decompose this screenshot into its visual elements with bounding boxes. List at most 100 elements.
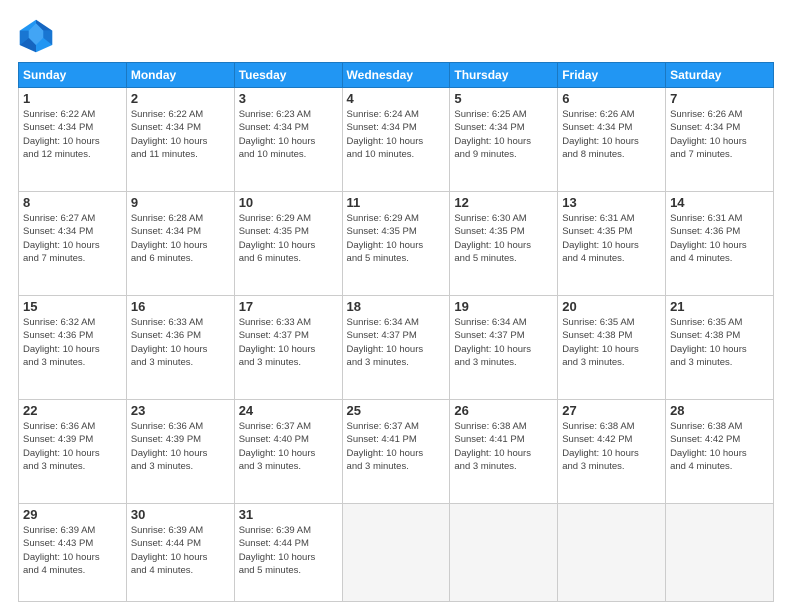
day-info: Sunrise: 6:39 AM Sunset: 4:44 PM Dayligh… xyxy=(239,524,338,577)
day-number: 1 xyxy=(23,91,122,106)
column-header-sunday: Sunday xyxy=(19,63,127,88)
day-info: Sunrise: 6:36 AM Sunset: 4:39 PM Dayligh… xyxy=(131,420,230,473)
day-cell: 5 Sunrise: 6:25 AM Sunset: 4:34 PM Daylig… xyxy=(450,88,558,192)
day-cell: 11 Sunrise: 6:29 AM Sunset: 4:35 PM Dayli… xyxy=(342,192,450,296)
day-cell: 19Sunrise: 6:34 AM Sunset: 4:37 PM Dayli… xyxy=(450,296,558,400)
day-cell: 2 Sunrise: 6:22 AM Sunset: 4:34 PM Daylig… xyxy=(126,88,234,192)
day-cell: 6 Sunrise: 6:26 AM Sunset: 4:34 PM Daylig… xyxy=(558,88,666,192)
day-number: 15 xyxy=(23,299,122,314)
day-info: Sunrise: 6:34 AM Sunset: 4:37 PM Dayligh… xyxy=(454,316,553,369)
week-row-4: 22 Sunrise: 6:36 AM Sunset: 4:39 PM Dayli… xyxy=(19,400,774,504)
header xyxy=(18,18,774,54)
day-number: 24 xyxy=(239,403,338,418)
day-cell: 1 Sunrise: 6:22 AM Sunset: 4:34 PM Daylig… xyxy=(19,88,127,192)
day-info: Sunrise: 6:38 AM Sunset: 4:41 PM Dayligh… xyxy=(454,420,553,473)
day-info: Sunrise: 6:38 AM Sunset: 4:42 PM Dayligh… xyxy=(670,420,769,473)
day-cell: 29Sunrise: 6:39 AM Sunset: 4:43 PM Dayli… xyxy=(19,504,127,602)
day-info: Sunrise: 6:25 AM Sunset: 4:34 PM Dayligh… xyxy=(454,108,553,161)
day-cell: 15 Sunrise: 6:32 AM Sunset: 4:36 PM Dayli… xyxy=(19,296,127,400)
day-info: Sunrise: 6:33 AM Sunset: 4:36 PM Dayligh… xyxy=(131,316,230,369)
day-number: 30 xyxy=(131,507,230,522)
column-header-thursday: Thursday xyxy=(450,63,558,88)
day-info: Sunrise: 6:39 AM Sunset: 4:44 PM Dayligh… xyxy=(131,524,230,577)
day-info: Sunrise: 6:32 AM Sunset: 4:36 PM Dayligh… xyxy=(23,316,122,369)
day-info: Sunrise: 6:30 AM Sunset: 4:35 PM Dayligh… xyxy=(454,212,553,265)
day-number: 7 xyxy=(670,91,769,106)
column-header-friday: Friday xyxy=(558,63,666,88)
day-number: 6 xyxy=(562,91,661,106)
day-cell: 22 Sunrise: 6:36 AM Sunset: 4:39 PM Dayli… xyxy=(19,400,127,504)
day-info: Sunrise: 6:26 AM Sunset: 4:34 PM Dayligh… xyxy=(670,108,769,161)
day-info: Sunrise: 6:31 AM Sunset: 4:35 PM Dayligh… xyxy=(562,212,661,265)
day-number: 9 xyxy=(131,195,230,210)
day-number: 14 xyxy=(670,195,769,210)
day-info: Sunrise: 6:39 AM Sunset: 4:43 PM Dayligh… xyxy=(23,524,122,577)
day-info: Sunrise: 6:22 AM Sunset: 4:34 PM Dayligh… xyxy=(131,108,230,161)
day-number: 20 xyxy=(562,299,661,314)
day-cell: 8 Sunrise: 6:27 AM Sunset: 4:34 PM Daylig… xyxy=(19,192,127,296)
day-info: Sunrise: 6:24 AM Sunset: 4:34 PM Dayligh… xyxy=(347,108,446,161)
day-number: 17 xyxy=(239,299,338,314)
day-cell: 10 Sunrise: 6:29 AM Sunset: 4:35 PM Dayli… xyxy=(234,192,342,296)
day-number: 27 xyxy=(562,403,661,418)
day-number: 22 xyxy=(23,403,122,418)
day-cell: 18Sunrise: 6:34 AM Sunset: 4:37 PM Dayli… xyxy=(342,296,450,400)
day-info: Sunrise: 6:28 AM Sunset: 4:34 PM Dayligh… xyxy=(131,212,230,265)
day-number: 16 xyxy=(131,299,230,314)
day-cell: 13 Sunrise: 6:31 AM Sunset: 4:35 PM Dayli… xyxy=(558,192,666,296)
day-info: Sunrise: 6:36 AM Sunset: 4:39 PM Dayligh… xyxy=(23,420,122,473)
day-info: Sunrise: 6:22 AM Sunset: 4:34 PM Dayligh… xyxy=(23,108,122,161)
week-row-3: 15 Sunrise: 6:32 AM Sunset: 4:36 PM Dayli… xyxy=(19,296,774,400)
day-number: 26 xyxy=(454,403,553,418)
day-number: 25 xyxy=(347,403,446,418)
day-number: 4 xyxy=(347,91,446,106)
day-cell: 25 Sunrise: 6:37 AM Sunset: 4:41 PM Dayli… xyxy=(342,400,450,504)
day-cell: 31 Sunrise: 6:39 AM Sunset: 4:44 PM Dayli… xyxy=(234,504,342,602)
page: SundayMondayTuesdayWednesdayThursdayFrid… xyxy=(0,0,792,612)
day-cell: 30 Sunrise: 6:39 AM Sunset: 4:44 PM Dayli… xyxy=(126,504,234,602)
header-row: SundayMondayTuesdayWednesdayThursdayFrid… xyxy=(19,63,774,88)
day-number: 12 xyxy=(454,195,553,210)
column-header-monday: Monday xyxy=(126,63,234,88)
day-cell xyxy=(558,504,666,602)
day-number: 28 xyxy=(670,403,769,418)
day-info: Sunrise: 6:35 AM Sunset: 4:38 PM Dayligh… xyxy=(670,316,769,369)
logo xyxy=(18,18,58,54)
day-number: 8 xyxy=(23,195,122,210)
day-number: 18 xyxy=(347,299,446,314)
day-cell: 23Sunrise: 6:36 AM Sunset: 4:39 PM Dayli… xyxy=(126,400,234,504)
day-number: 2 xyxy=(131,91,230,106)
day-cell: 17 Sunrise: 6:33 AM Sunset: 4:37 PM Dayli… xyxy=(234,296,342,400)
day-info: Sunrise: 6:35 AM Sunset: 4:38 PM Dayligh… xyxy=(562,316,661,369)
day-number: 3 xyxy=(239,91,338,106)
day-cell: 7 Sunrise: 6:26 AM Sunset: 4:34 PM Daylig… xyxy=(666,88,774,192)
day-info: Sunrise: 6:29 AM Sunset: 4:35 PM Dayligh… xyxy=(347,212,446,265)
day-number: 21 xyxy=(670,299,769,314)
day-info: Sunrise: 6:37 AM Sunset: 4:41 PM Dayligh… xyxy=(347,420,446,473)
day-info: Sunrise: 6:38 AM Sunset: 4:42 PM Dayligh… xyxy=(562,420,661,473)
day-info: Sunrise: 6:29 AM Sunset: 4:35 PM Dayligh… xyxy=(239,212,338,265)
column-header-wednesday: Wednesday xyxy=(342,63,450,88)
day-cell: 20 Sunrise: 6:35 AM Sunset: 4:38 PM Dayli… xyxy=(558,296,666,400)
day-cell: 3Sunrise: 6:23 AM Sunset: 4:34 PM Daylig… xyxy=(234,88,342,192)
day-number: 13 xyxy=(562,195,661,210)
day-number: 5 xyxy=(454,91,553,106)
day-cell: 24 Sunrise: 6:37 AM Sunset: 4:40 PM Dayli… xyxy=(234,400,342,504)
day-number: 31 xyxy=(239,507,338,522)
day-number: 10 xyxy=(239,195,338,210)
column-header-saturday: Saturday xyxy=(666,63,774,88)
day-info: Sunrise: 6:27 AM Sunset: 4:34 PM Dayligh… xyxy=(23,212,122,265)
day-cell: 4 Sunrise: 6:24 AM Sunset: 4:34 PM Daylig… xyxy=(342,88,450,192)
week-row-1: 1 Sunrise: 6:22 AM Sunset: 4:34 PM Daylig… xyxy=(19,88,774,192)
calendar: SundayMondayTuesdayWednesdayThursdayFrid… xyxy=(18,62,774,602)
week-row-5: 29Sunrise: 6:39 AM Sunset: 4:43 PM Dayli… xyxy=(19,504,774,602)
day-number: 11 xyxy=(347,195,446,210)
day-info: Sunrise: 6:31 AM Sunset: 4:36 PM Dayligh… xyxy=(670,212,769,265)
day-info: Sunrise: 6:26 AM Sunset: 4:34 PM Dayligh… xyxy=(562,108,661,161)
day-cell: 21 Sunrise: 6:35 AM Sunset: 4:38 PM Dayli… xyxy=(666,296,774,400)
day-cell xyxy=(450,504,558,602)
day-info: Sunrise: 6:37 AM Sunset: 4:40 PM Dayligh… xyxy=(239,420,338,473)
day-info: Sunrise: 6:33 AM Sunset: 4:37 PM Dayligh… xyxy=(239,316,338,369)
day-cell xyxy=(342,504,450,602)
day-cell: 27 Sunrise: 6:38 AM Sunset: 4:42 PM Dayli… xyxy=(558,400,666,504)
